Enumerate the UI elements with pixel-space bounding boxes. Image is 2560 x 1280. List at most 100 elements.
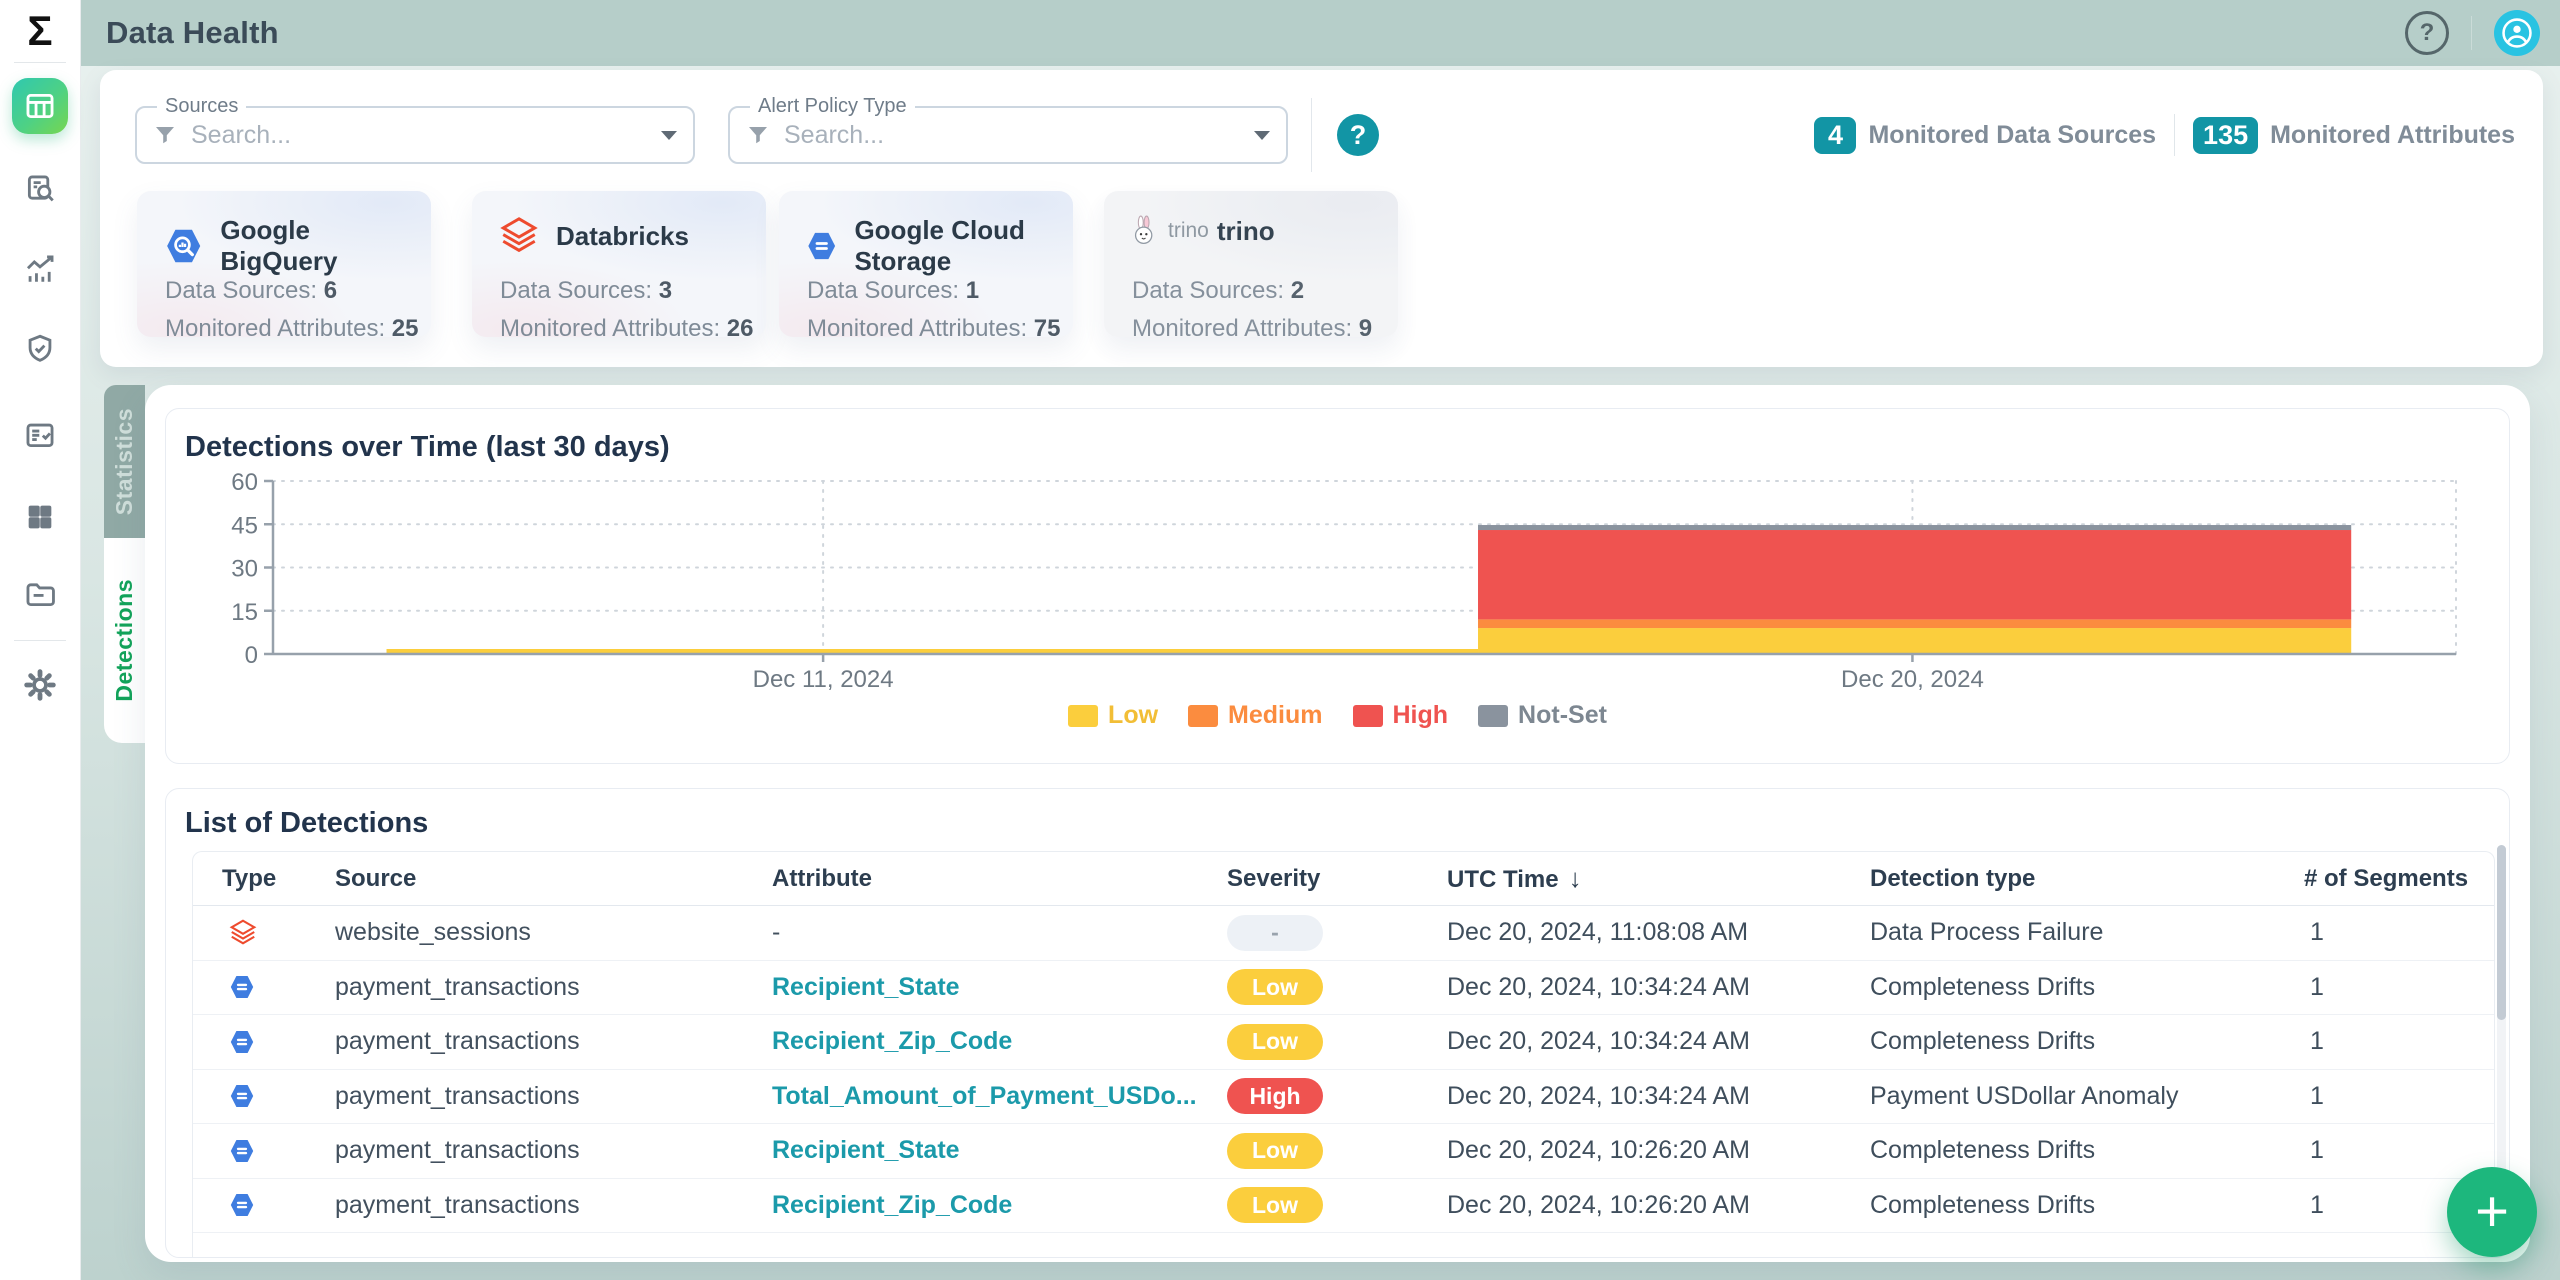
detection-type-cell: Completeness Drifts (1870, 1136, 2304, 1165)
table-row[interactable]: payment_transactions Recipient_Zip_Code … (193, 1179, 2494, 1234)
utc-time-cell: Dec 20, 2024, 10:26:20 AM (1447, 1191, 1870, 1220)
detection-type-cell: Payment USDollar Anomaly (1870, 1082, 2304, 1111)
column-header-detection-type[interactable]: Detection type (1870, 865, 2304, 893)
dashboard-table-icon (23, 89, 57, 123)
folder-icon (23, 577, 57, 611)
app-root: Data Health ? Σ (0, 0, 2560, 1280)
source-card-trino[interactable]: trino trino Data Sources: 2 Monitored At… (1104, 191, 1398, 337)
user-avatar[interactable] (2494, 10, 2540, 56)
sidebar-item-policies[interactable] (0, 321, 80, 377)
legend-item-medium: Medium (1188, 701, 1322, 730)
source-card-databricks[interactable]: Databricks Data Sources: 3 Monitored Att… (472, 191, 766, 337)
sidebar-item-settings[interactable] (0, 657, 80, 713)
attribute-link[interactable]: Total_Amount_of_Payment_USDo... (772, 1082, 1227, 1111)
list-title: List of Detections (185, 807, 428, 840)
monitored-data-sources-summary: 4 Monitored Data Sources (1814, 117, 2156, 154)
filter-funnel-icon (746, 123, 770, 147)
svg-text:30: 30 (231, 556, 258, 583)
segments-cell: 1 (2304, 973, 2494, 1002)
table-row[interactable]: payment_transactions Recipient_Zip_Code … (193, 1015, 2494, 1070)
attribute-link[interactable]: Recipient_State (772, 973, 1227, 1002)
tab-statistics[interactable]: Statistics (104, 385, 145, 538)
filter-divider (1311, 98, 1312, 172)
attribute-link[interactable]: Recipient_State (772, 1136, 1227, 1165)
legend-swatch-high (1353, 705, 1383, 727)
detections-chart-card: Detections over Time (last 30 days) 0153… (165, 408, 2510, 764)
topbar-actions: ? (2405, 0, 2540, 66)
table-row[interactable]: website_sessions - - Dec 20, 2024, 11:08… (193, 906, 2494, 961)
filters-panel: Sources Alert Policy Type ? 4 Monitored … (100, 70, 2543, 367)
column-header-source[interactable]: Source (335, 865, 772, 893)
source-card-bigquery[interactable]: Google BigQuery Data Sources: 6 Monitore… (137, 191, 431, 337)
add-button[interactable]: + (2447, 1167, 2537, 1257)
sidebar-item-analytics[interactable] (0, 241, 80, 297)
chevron-down-icon[interactable] (1254, 131, 1270, 140)
sidebar: Σ (0, 0, 81, 1280)
monitored-attributes-summary: 135 Monitored Attributes (2193, 117, 2515, 154)
detections-table: Type Source Attribute Severity UTC Time↓… (192, 851, 2495, 1257)
table-row[interactable]: payment_transactions Total_Amount_of_Pay… (193, 1070, 2494, 1125)
detection-type-cell: Completeness Drifts (1870, 1027, 2304, 1056)
segments-cell: 1 (2304, 918, 2494, 947)
shield-check-icon (23, 332, 57, 366)
summary-badges: 4 Monitored Data Sources 135 Monitored A… (1814, 114, 2515, 156)
gear-icon (23, 668, 57, 702)
column-header-segments[interactable]: # of Segments (2304, 865, 2494, 893)
source-cell: payment_transactions (335, 1082, 772, 1111)
tab-detections[interactable]: Detections (104, 538, 145, 743)
attribute-link[interactable]: Recipient_Zip_Code (772, 1191, 1227, 1220)
detections-over-time-chart: 015304560Dec 11, 2024Dec 20, 2024 (182, 469, 2492, 699)
severity-pill: - (1227, 915, 1323, 951)
sidebar-item-apps[interactable] (0, 489, 80, 545)
svg-text:Dec 11, 2024: Dec 11, 2024 (753, 666, 894, 693)
severity-pill: Low (1227, 1133, 1323, 1169)
source-cell: payment_transactions (335, 1191, 772, 1220)
chevron-down-icon[interactable] (661, 131, 677, 140)
checklist-card-icon (23, 418, 57, 452)
sidebar-item-dashboard[interactable] (12, 78, 68, 134)
table-row[interactable]: payment_transactions Recipient_State Low… (193, 1124, 2494, 1179)
account-icon (2500, 16, 2534, 50)
table-row[interactable]: payment_transactions Recipient_State Low… (193, 961, 2494, 1016)
svg-text:45: 45 (231, 512, 258, 539)
column-header-type[interactable]: Type (222, 865, 335, 893)
column-header-attribute[interactable]: Attribute (772, 865, 1227, 893)
alert-policy-type-filter: Alert Policy Type (728, 106, 1288, 164)
alert-policy-search-input[interactable] (782, 120, 1254, 151)
chart-title: Detections over Time (last 30 days) (185, 431, 670, 464)
attributes-count-badge: 135 (2193, 117, 2258, 154)
sidebar-item-projects[interactable] (0, 566, 80, 622)
page-title: Data Health (106, 15, 279, 51)
table-header-row: Type Source Attribute Severity UTC Time↓… (193, 852, 2494, 906)
gcs-icon (222, 1191, 335, 1219)
sources-search-input[interactable] (189, 120, 661, 151)
column-header-utc-time[interactable]: UTC Time↓ (1447, 863, 1870, 894)
filters-help-icon[interactable]: ? (1337, 114, 1379, 156)
source-cell: website_sessions (335, 918, 772, 947)
app-logo-sigma[interactable]: Σ (0, 0, 80, 62)
help-icon[interactable]: ? (2405, 11, 2449, 55)
source-card-gcs[interactable]: Google Cloud Storage Data Sources: 1 Mon… (779, 191, 1073, 337)
sidebar-divider (14, 640, 66, 641)
detection-type-cell: Completeness Drifts (1870, 973, 2304, 1002)
databricks-icon (498, 215, 540, 257)
filter-funnel-icon (153, 123, 177, 147)
svg-text:60: 60 (231, 469, 258, 496)
sidebar-item-checks[interactable] (0, 407, 80, 463)
sidebar-item-data-explorer[interactable] (0, 161, 80, 217)
column-header-severity[interactable]: Severity (1227, 865, 1447, 893)
attribute-link[interactable]: Recipient_Zip_Code (772, 1027, 1227, 1056)
sidebar-divider (14, 62, 66, 63)
legend-item-not-set: Not-Set (1478, 701, 1607, 730)
segments-cell: 1 (2304, 1136, 2494, 1165)
severity-pill: Low (1227, 969, 1323, 1005)
summary-divider (2174, 114, 2175, 156)
databricks-icon (222, 918, 335, 948)
svg-text:Dec 20, 2024: Dec 20, 2024 (1841, 666, 1984, 693)
source-cell: payment_transactions (335, 973, 772, 1002)
legend-swatch-medium (1188, 705, 1218, 727)
source-cell: payment_transactions (335, 1136, 772, 1165)
trino-icon (1130, 215, 1158, 247)
scrollbar-thumb[interactable] (2497, 845, 2506, 1020)
sources-filter: Sources (135, 106, 695, 164)
